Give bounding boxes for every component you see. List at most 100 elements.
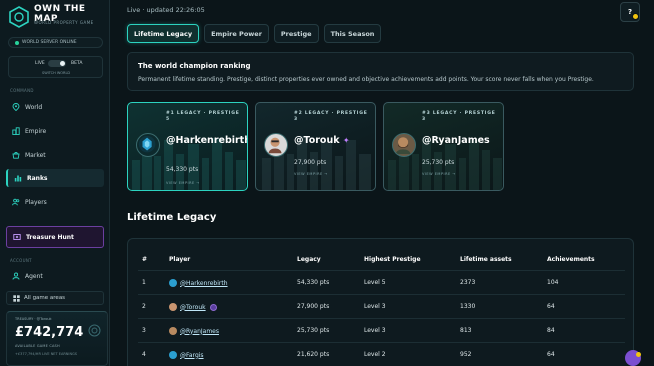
all-game-areas-label: All game areas <box>24 295 66 301</box>
row-player-name: @Harkenrebirth <box>180 279 228 287</box>
tab-lifetime-legacy[interactable]: Lifetime Legacy <box>127 24 200 43</box>
podium-player-name: @Harkenrebirth <box>166 135 248 146</box>
sidebar-item-label: Players <box>25 198 47 206</box>
podium-card-1[interactable]: #1 LEGACY · PRESTIGE 5 @Harkenrebirth 54… <box>127 102 248 191</box>
cash-value: £742,774 <box>15 325 84 340</box>
live-label: LIVE <box>35 61 45 66</box>
player-avatar-icon <box>169 327 177 335</box>
podium-player-name: @Torouk ✦ <box>294 134 374 147</box>
switch-world-label: SWITCH WORLD <box>42 71 71 75</box>
treasure-hunt-label: Treasure Hunt <box>26 233 74 241</box>
row-player-link[interactable]: @Harkenrebirth <box>169 279 228 287</box>
sidebar-item-label: Empire <box>25 127 47 135</box>
player-avatar-icon <box>395 137 411 155</box>
row-legacy: 27,900 pts <box>297 303 330 310</box>
live-updated-text: Live · updated 22:26:05 <box>127 6 205 14</box>
section-title: Lifetime Legacy <box>127 212 217 223</box>
podium-rank-label: #2 LEGACY · PRESTIGE 3 <box>294 111 368 122</box>
online-dot-icon <box>15 40 19 45</box>
row-legacy: 21,620 pts <box>297 351 330 358</box>
podium-card-2[interactable]: #2 LEGACY · PRESTIGE 3 @Torouk ✦ 27,900 … <box>255 102 376 191</box>
sidebar: OWN THE MAP WORLD PROPERTY GAME WORLD SE… <box>0 0 110 366</box>
player-avatar-icon <box>169 279 177 287</box>
column-header-rank: # <box>142 256 148 263</box>
world-toggle[interactable] <box>48 60 66 67</box>
section-command: COMMAND <box>10 88 34 93</box>
row-player-link[interactable]: @Torouk <box>169 303 217 311</box>
view-empire-link[interactable]: VIEW EMPIRE → <box>422 172 456 176</box>
table-row[interactable]: 1 @Harkenrebirth 54,330 pts Level 5 2373… <box>138 270 625 294</box>
sidebar-item-label: World <box>25 103 43 111</box>
column-header-assets: Lifetime assets <box>460 256 512 263</box>
row-prestige: Level 2 <box>364 351 386 358</box>
row-achievements: 64 <box>547 303 555 310</box>
ranking-tabs: Lifetime Legacy Empire Power Prestige Th… <box>127 24 382 43</box>
avatar <box>264 133 288 157</box>
sidebar-item-label: Agent <box>25 272 43 280</box>
podium-points: 27,900 pts <box>294 159 327 166</box>
row-player-link[interactable]: @RyanJames <box>169 327 219 335</box>
prestige-badge-icon <box>209 303 217 311</box>
crest-icon <box>138 135 156 153</box>
row-prestige: Level 3 <box>364 327 386 334</box>
player-avatar-icon <box>268 137 282 154</box>
server-status-text: WORLD SERVER ONLINE <box>22 40 77 45</box>
row-legacy: 25,730 pts <box>297 327 330 334</box>
podium-card-3[interactable]: #3 LEGACY · PRESTIGE 3 @RyanJames 25,730… <box>383 102 504 191</box>
agent-icon <box>12 272 20 280</box>
row-assets: 813 <box>460 327 472 334</box>
coins-icon <box>88 324 101 337</box>
table-row[interactable]: 4 @Fargis 21,620 pts Level 2 952 64 <box>138 342 625 366</box>
ranking-info: The world champion ranking Permanent lif… <box>127 52 634 91</box>
row-prestige: Level 5 <box>364 279 386 286</box>
market-icon <box>12 152 20 159</box>
all-game-areas-button[interactable]: All game areas <box>6 291 104 305</box>
sidebar-item-world[interactable]: World <box>6 98 104 116</box>
row-assets: 952 <box>460 351 472 358</box>
row-achievements: 104 <box>547 279 559 286</box>
sidebar-item-empire[interactable]: Empire <box>6 122 104 140</box>
column-header-achievements: Achievements <box>547 256 595 263</box>
player-avatar-icon <box>169 351 177 359</box>
tab-this-season[interactable]: This Season <box>323 24 382 43</box>
podium-rank-label: #3 LEGACY · PRESTIGE 3 <box>422 111 496 122</box>
row-rank: 3 <box>142 327 146 334</box>
row-achievements: 64 <box>547 351 555 358</box>
podium-points: 25,730 pts <box>422 159 455 166</box>
player-avatar-icon <box>169 303 177 311</box>
table-row[interactable]: 2 @Torouk 27,900 pts Level 3 1330 64 <box>138 294 625 318</box>
row-rank: 1 <box>142 279 146 286</box>
treasure-hunt-button[interactable]: Treasure Hunt <box>6 226 104 248</box>
avatar <box>136 133 160 157</box>
sidebar-item-label: Ranks <box>27 174 48 182</box>
sidebar-item-ranks[interactable]: Ranks <box>6 169 104 187</box>
row-player-link[interactable]: @Fargis <box>169 351 204 359</box>
view-empire-link[interactable]: VIEW EMPIRE → <box>294 172 328 176</box>
tab-prestige[interactable]: Prestige <box>273 24 319 43</box>
row-assets: 1330 <box>460 303 476 310</box>
notification-dot-icon <box>636 352 641 357</box>
sidebar-item-players[interactable]: Players <box>6 193 104 211</box>
world-switch: LIVE BETA SWITCH WORLD <box>8 56 103 78</box>
beta-label: BETA <box>71 61 83 66</box>
treasury-card: TREASURY · @Torouk £742,774 AVAILABLE GA… <box>6 311 108 366</box>
grid-icon <box>13 294 20 302</box>
sidebar-item-agent[interactable]: Agent <box>6 267 104 285</box>
row-legacy: 54,330 pts <box>297 279 330 286</box>
legacy-table: # Player Legacy Highest Prestige Lifetim… <box>127 238 634 366</box>
section-account: ACCOUNT <box>10 258 32 263</box>
info-title: The world champion ranking <box>138 62 251 70</box>
buildings-icon <box>12 127 20 135</box>
treasure-map-icon <box>13 234 21 240</box>
row-rank: 4 <box>142 351 146 358</box>
net-earnings: +£377,794/HR LIVE NET EARNINGS <box>15 352 78 356</box>
column-header-prestige: Highest Prestige <box>364 256 421 263</box>
column-header-legacy: Legacy <box>297 256 321 263</box>
row-player-name: @Torouk <box>180 303 206 311</box>
sidebar-item-market[interactable]: Market <box>6 146 104 164</box>
podium-player-name-text: @Torouk <box>294 135 340 146</box>
table-row[interactable]: 3 @RyanJames 25,730 pts Level 3 813 84 <box>138 318 625 342</box>
row-prestige: Level 3 <box>364 303 386 310</box>
view-empire-link[interactable]: VIEW EMPIRE → <box>166 181 200 185</box>
tab-empire-power[interactable]: Empire Power <box>204 24 269 43</box>
